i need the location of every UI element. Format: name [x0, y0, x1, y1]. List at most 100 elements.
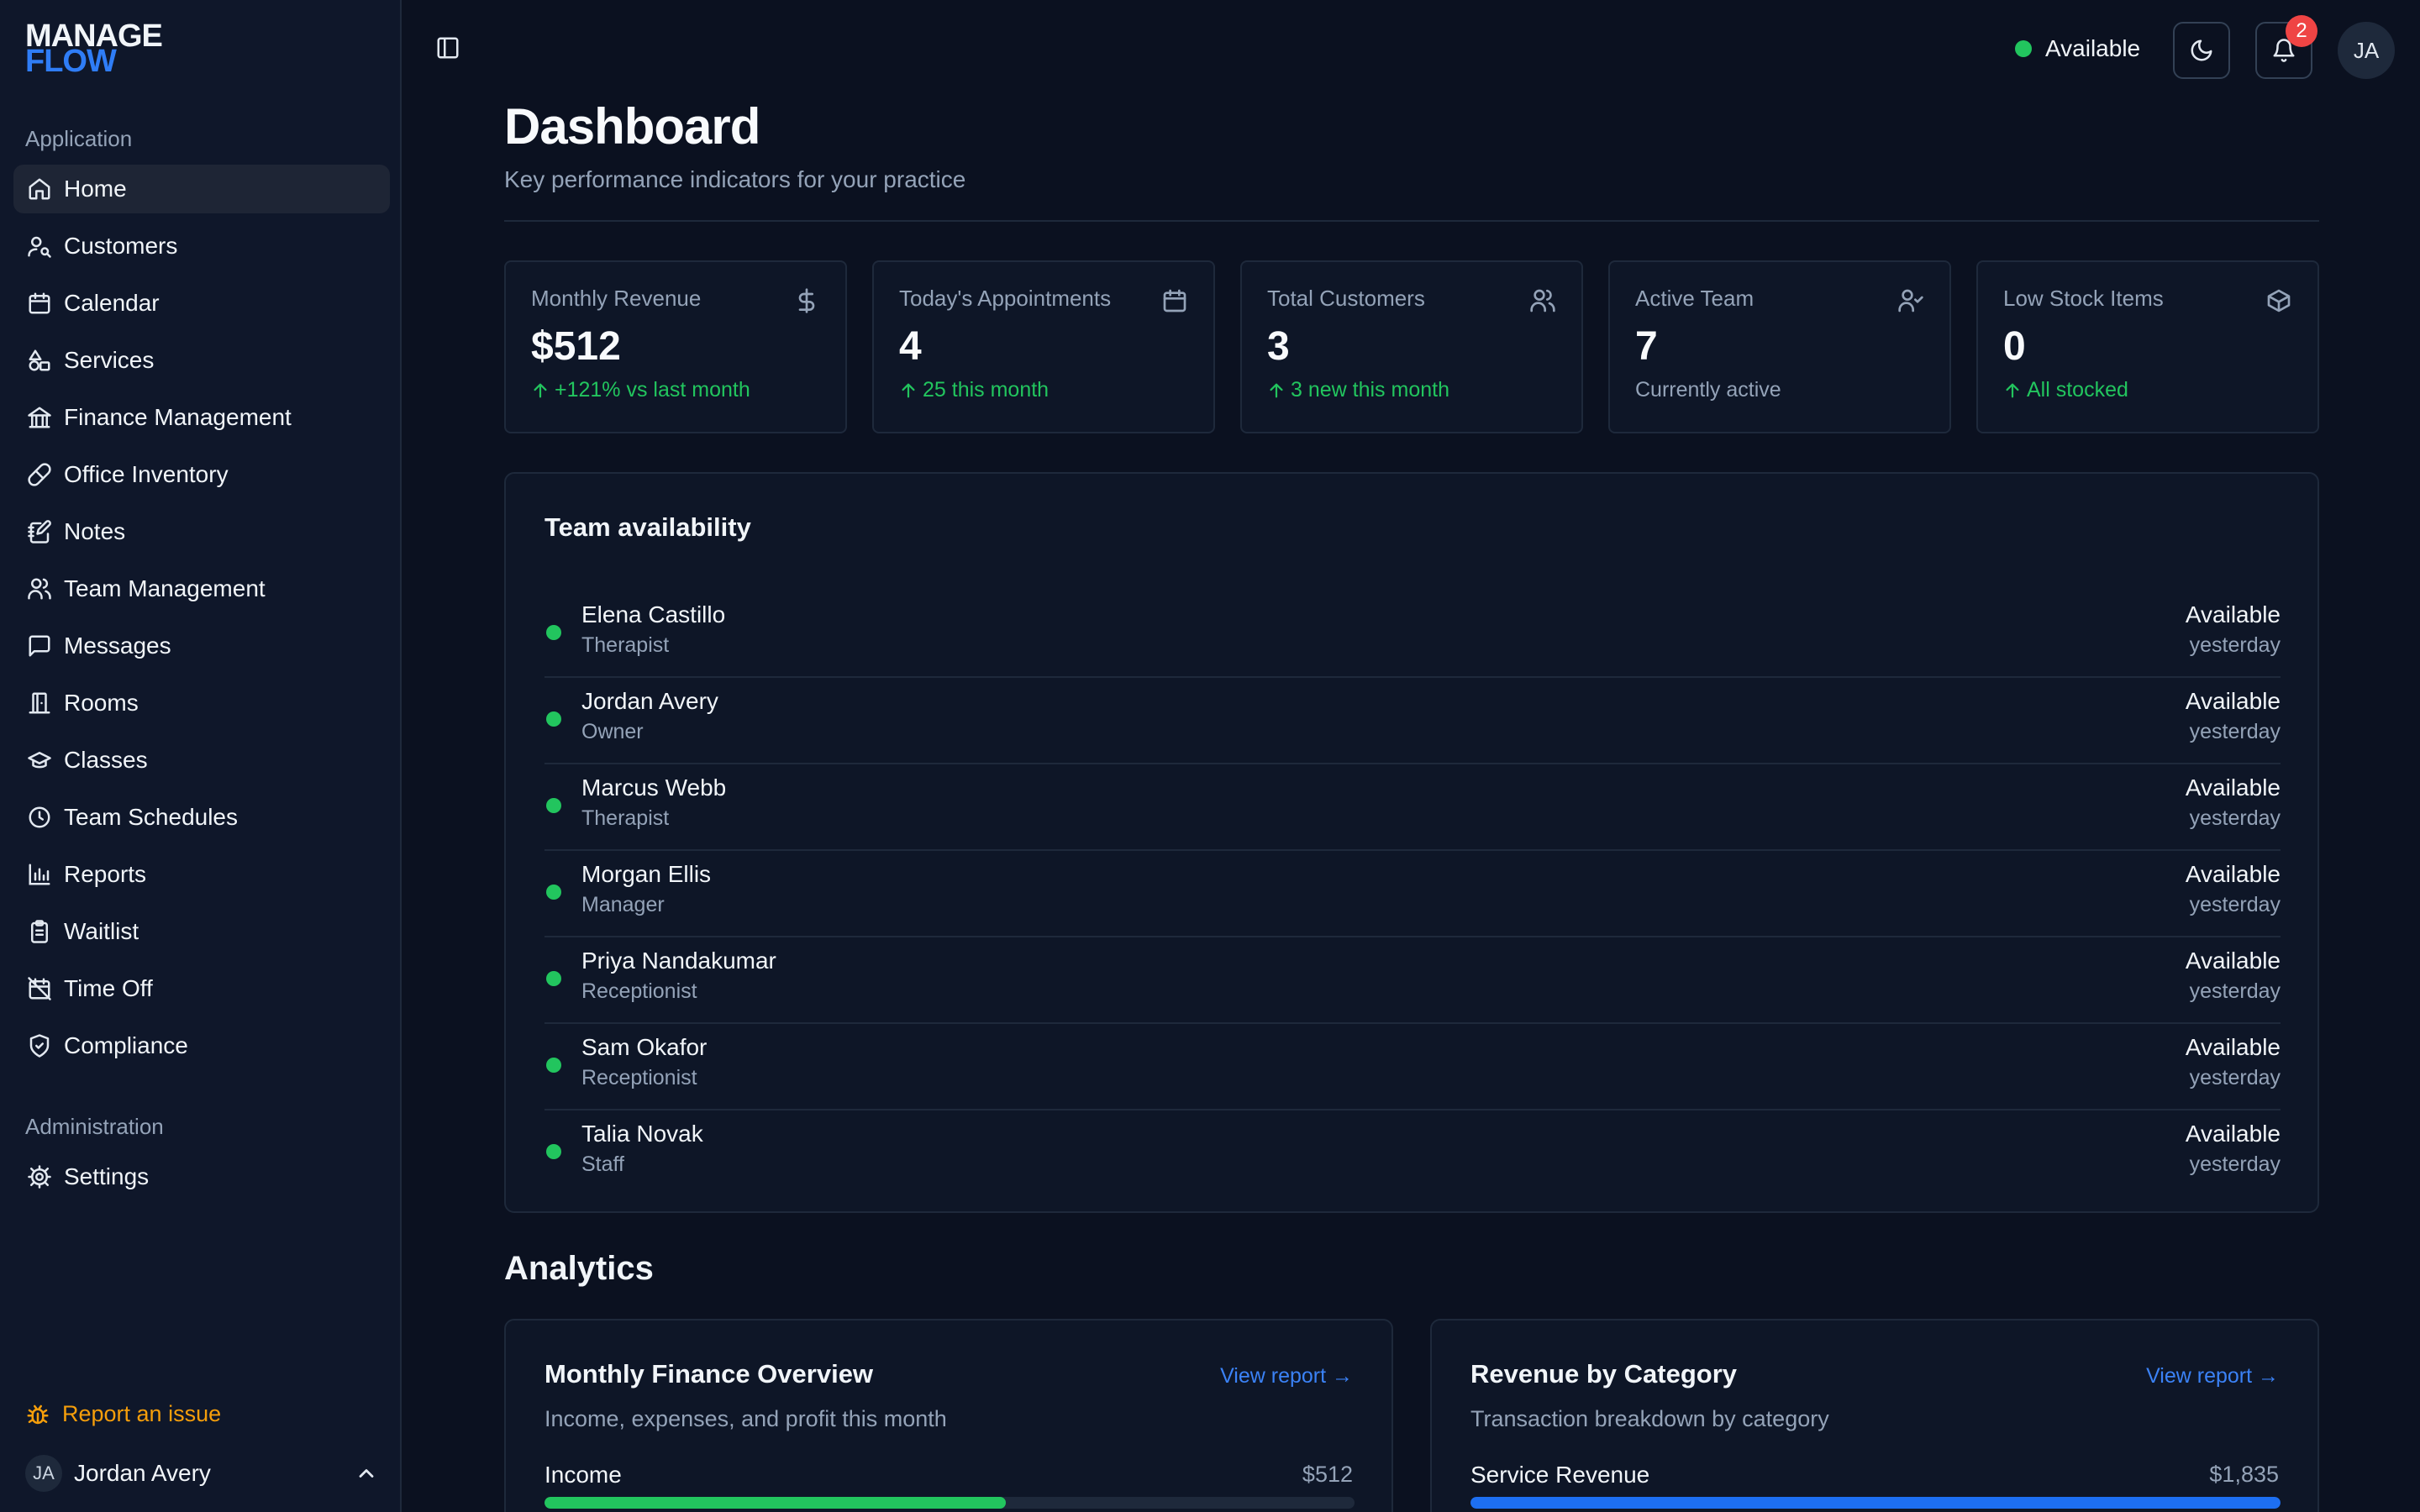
kpi-delta: 3 new this month	[1267, 378, 1556, 402]
member-status: Available	[2185, 601, 2281, 627]
admin-nav: Settings	[13, 1152, 390, 1210]
sidebar-item-messages[interactable]: Messages	[13, 622, 390, 670]
header-divider	[504, 220, 2319, 222]
sidebar-item-home[interactable]: Home	[13, 165, 390, 213]
member-status: Available	[2185, 774, 2281, 801]
member-last-seen: yesterday	[2189, 1066, 2281, 1089]
sidebar-item-label: Finance Management	[64, 404, 292, 430]
team-row[interactable]: Marcus Webb Therapist Available yesterda…	[544, 764, 2281, 851]
sidebar-item-rooms[interactable]: Rooms	[13, 679, 390, 727]
member-name: Talia Novak	[581, 1121, 703, 1147]
sidebar-item-reports[interactable]: Reports	[13, 850, 390, 899]
users-icon	[28, 578, 51, 600]
sidebar-item-label: Services	[64, 347, 155, 373]
sidebar-item-customers[interactable]: Customers	[13, 222, 390, 270]
team-row[interactable]: Morgan Ellis Manager Available yesterday	[544, 851, 2281, 937]
sidebar-item-notes[interactable]: Notes	[13, 507, 390, 556]
kpi-value: 3	[1267, 324, 1290, 369]
user-search-icon	[28, 236, 51, 258]
report-issue-button[interactable]: Report an issue	[25, 1401, 221, 1427]
sidebar-item-finance[interactable]: Finance Management	[13, 393, 390, 442]
view-report-link[interactable]: View report →	[1220, 1364, 1353, 1389]
member-last-seen: yesterday	[2189, 633, 2281, 657]
sidebar-item-services[interactable]: Services	[13, 336, 390, 385]
member-name: Morgan Ellis	[581, 861, 712, 887]
sidebar-item-label: Time Off	[64, 975, 153, 1001]
member-role: Therapist	[581, 633, 670, 657]
sidebar-item-label: Calendar	[64, 290, 160, 316]
member-role: Receptionist	[581, 979, 697, 1003]
sidebar-item-settings[interactable]: Settings	[13, 1152, 390, 1201]
kpi-title: Total Customers	[1267, 286, 1425, 311]
sidebar-toggle-button[interactable]	[435, 35, 467, 67]
member-last-seen: yesterday	[2189, 720, 2281, 743]
theme-toggle-button[interactable]	[2173, 22, 2230, 79]
avatar: JA	[25, 1455, 62, 1492]
status-dot	[546, 798, 561, 813]
sidebar-item-label: Team Schedules	[64, 804, 239, 830]
team-availability-card: Team availability Elena Castillo Therapi…	[504, 472, 2319, 1213]
sidebar-item-label: Customers	[64, 233, 178, 259]
users-icon	[1530, 289, 1555, 312]
member-role: Owner	[581, 720, 644, 743]
kpi-title: Today's Appointments	[899, 286, 1112, 311]
sidebar-item-team-management[interactable]: Team Management	[13, 564, 390, 613]
page-title: Dashboard	[504, 98, 760, 155]
team-row[interactable]: Priya Nandakumar Receptionist Available …	[544, 937, 2281, 1024]
notifications-button[interactable]: 2	[2255, 15, 2317, 79]
sidebar-item-office-inventory[interactable]: Office Inventory	[13, 450, 390, 499]
shield-check-icon	[29, 1034, 50, 1058]
kpi-value: 7	[1635, 324, 1658, 369]
chevron-up-icon	[359, 1469, 374, 1478]
sidebar-item-calendar[interactable]: Calendar	[13, 279, 390, 328]
kpi-title: Low Stock Items	[2003, 286, 2164, 311]
door-icon	[29, 692, 50, 714]
kpi-delta: 25 this month	[899, 378, 1188, 402]
calendar-icon	[1163, 289, 1186, 312]
status-label: Available	[2045, 35, 2141, 61]
status-dot	[546, 711, 561, 727]
calendar-icon	[29, 292, 50, 314]
team-row[interactable]: Talia Novak Staff Available yesterday	[544, 1110, 2281, 1197]
analytics-card-finance-overview: Monthly Finance Overview View report → I…	[504, 1319, 1393, 1512]
member-status: Available	[2185, 1121, 2281, 1147]
sidebar-nav: Home Customers Calendar Services Finance…	[13, 165, 390, 1079]
sidebar-item-label: Classes	[64, 747, 148, 773]
status-dot	[2015, 40, 2032, 57]
calendar-off-icon	[28, 977, 51, 1000]
pill-icon	[28, 463, 51, 486]
sidebar-item-time-off[interactable]: Time Off	[13, 964, 390, 1013]
sidebar-item-label: Notes	[64, 518, 126, 544]
user-avatar-button[interactable]: JA	[2338, 22, 2395, 79]
member-status: Available	[2185, 688, 2281, 714]
sidebar-item-label: Waitlist	[64, 918, 139, 944]
member-name: Sam Okafor	[581, 1034, 708, 1060]
status-dot	[546, 625, 561, 640]
kpi-card-total-customers: Total Customers 3 3 new this month	[1240, 260, 1583, 433]
section-label-administration: Administration	[25, 1114, 164, 1139]
kpi-value: 4	[899, 324, 922, 369]
team-row[interactable]: Sam Okafor Receptionist Available yester…	[544, 1024, 2281, 1110]
sidebar-item-waitlist[interactable]: Waitlist	[13, 907, 390, 956]
member-role: Manager	[581, 893, 665, 916]
sidebar-item-compliance[interactable]: Compliance	[13, 1021, 390, 1070]
sidebar-item-label: Team Management	[64, 575, 266, 601]
member-last-seen: yesterday	[2189, 806, 2281, 830]
sidebar-item-label: Office Inventory	[64, 461, 229, 487]
member-status: Available	[2185, 948, 2281, 974]
message-square-icon	[29, 635, 50, 657]
team-list: Elena Castillo Therapist Available yeste…	[544, 591, 2281, 1197]
sidebar-item-classes[interactable]: Classes	[13, 736, 390, 785]
sidebar-user-menu[interactable]: JA Jordan Avery	[25, 1455, 378, 1492]
member-role: Receptionist	[581, 1066, 697, 1089]
app-logo[interactable]: MANAGE FLOW	[25, 20, 163, 77]
status-dot	[546, 1144, 561, 1159]
team-row[interactable]: Jordan Avery Owner Available yesterday	[544, 678, 2281, 764]
member-last-seen: yesterday	[2189, 893, 2281, 916]
kpi-card-active-team: Active Team 7 Currently active	[1608, 260, 1951, 433]
availability-status[interactable]: Available	[2015, 35, 2140, 62]
kpi-card-monthly-revenue: Monthly Revenue $512 +121% vs last month	[504, 260, 847, 433]
team-row[interactable]: Elena Castillo Therapist Available yeste…	[544, 591, 2281, 678]
sidebar-item-team-schedules[interactable]: Team Schedules	[13, 793, 390, 842]
view-report-link[interactable]: View report →	[2146, 1364, 2279, 1389]
